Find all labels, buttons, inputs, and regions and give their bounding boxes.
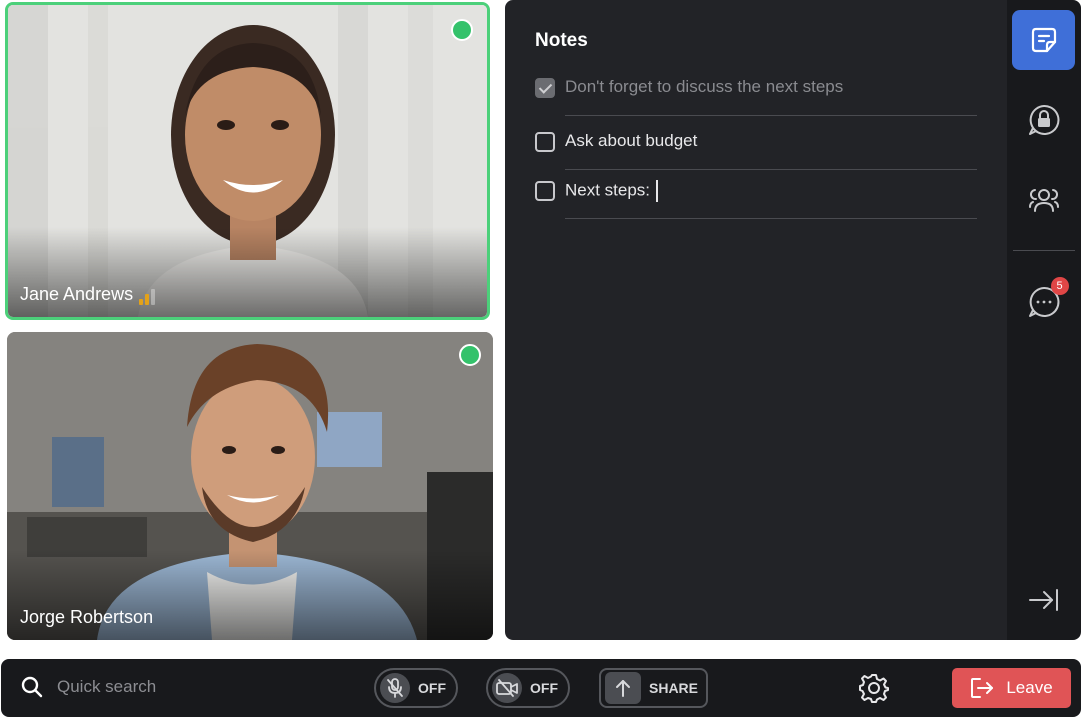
mic-icon-wrap [380,673,410,703]
mic-off-icon [387,678,403,698]
note-checkbox[interactable] [535,181,555,201]
note-checkbox[interactable] [535,78,555,98]
online-status-indicator [451,19,473,41]
note-item-editing: Next steps: [535,169,977,219]
video-tile-jane[interactable]: Jane Andrews [5,2,490,320]
search-icon [21,676,43,698]
microphone-toggle[interactable]: OFF [374,668,458,708]
camera-status-label: OFF [530,680,558,696]
share-screen-button[interactable]: SHARE [599,668,709,708]
chat-icon-wrap: 5 [1027,277,1069,319]
unread-badge: 5 [1050,277,1069,295]
participant-name: Jorge Robertson [20,607,154,627]
rail-divider [1013,250,1075,251]
video-tile-jorge[interactable]: Jorge Robertson [7,332,493,640]
share-arrow-icon [616,680,630,697]
share-label: SHARE [649,680,699,696]
note-text: Next steps: [565,180,651,200]
camera-icon-wrap [492,673,522,703]
chat-tab-button[interactable]: 5 [1012,272,1075,332]
quick-search[interactable]: Quick search [21,676,156,698]
notes-title: Notes [535,30,588,51]
bottom-toolbar: Quick search OFF OFF SHARE Leave [1,659,1081,717]
settings-button[interactable] [858,672,890,704]
note-checkbox[interactable] [535,132,555,152]
mic-status-label: OFF [418,680,446,696]
note-item: Ask about budget [535,120,977,170]
notes-tab-button[interactable] [1012,10,1075,70]
private-chat-tab-button[interactable] [1012,90,1075,150]
note-input[interactable]: Next steps: [565,180,659,202]
note-divider [565,115,977,116]
camera-toggle[interactable]: OFF [486,668,570,708]
side-rail: 5 [1007,0,1081,640]
search-placeholder[interactable]: Quick search [57,677,156,697]
collapse-panel-icon [1028,589,1058,611]
note-divider [565,218,977,219]
meeting-window: Jane Andrews Jorge Robertson Notes Don't… [0,0,1081,718]
collapse-panel-button[interactable] [1012,570,1075,630]
note-text[interactable]: Don't forget to discuss the next steps [565,77,843,97]
gear-icon [859,674,889,703]
lock-chat-icon [1028,104,1059,135]
leave-label: Leave [1006,678,1053,697]
share-icon-wrap [605,672,641,704]
camera-off-icon [496,679,518,697]
participant-name-label: Jane Andrews [20,284,156,305]
participants-tab-button[interactable] [1012,170,1075,230]
notes-icon [1031,27,1056,53]
participant-name-label: Jorge Robertson [20,607,153,628]
participants-icon [1028,189,1059,212]
online-status-indicator [459,344,481,366]
notes-panel: Notes Don't forget to discuss the next s… [505,0,1007,640]
participant-name: Jane Andrews [20,284,134,304]
note-item: Don't forget to discuss the next steps [535,66,977,116]
signal-strength-icon [139,287,156,305]
text-caret [656,180,659,202]
note-text[interactable]: Ask about budget [565,131,697,151]
leave-button[interactable]: Leave [952,668,1071,708]
leave-icon [971,678,994,698]
